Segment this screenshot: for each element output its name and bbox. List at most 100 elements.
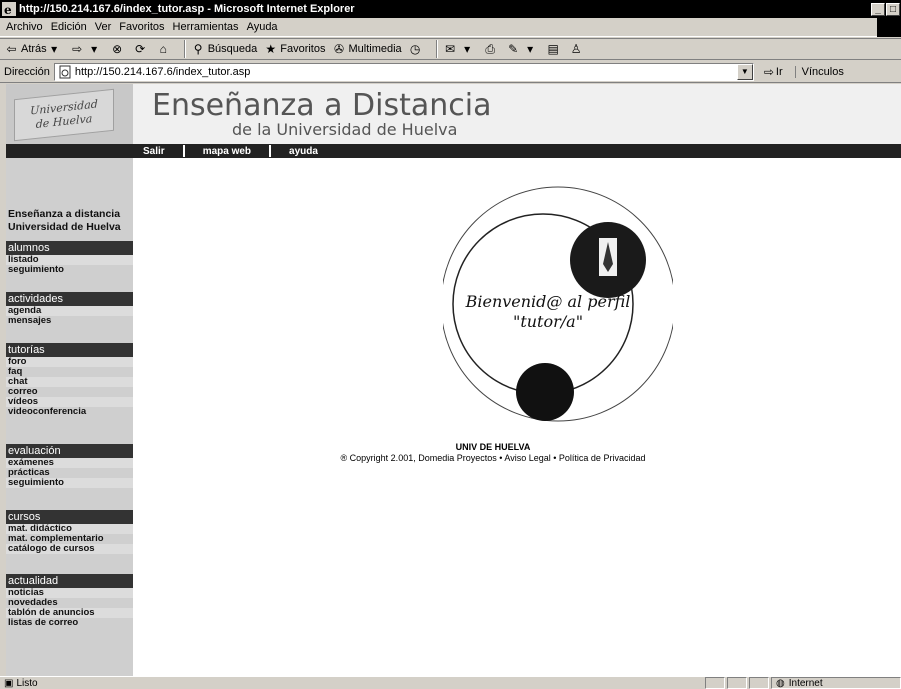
address-url: http://150.214.167.6/index_tutor.asp [74, 65, 251, 78]
mail-button[interactable]: ✉ ▾ [443, 42, 477, 57]
ie-icon: e [2, 2, 16, 16]
home-button[interactable]: ⌂ [156, 42, 173, 57]
minimize-button[interactable]: _ [871, 2, 885, 16]
site-subtitle: de la Universidad de Huelva [232, 120, 458, 139]
discuss-icon: ▤ [547, 41, 559, 56]
sidebar-section-actualidad: actualidad noticias novedades tablón de … [6, 574, 133, 628]
welcome-line2: "tutor/a" [512, 312, 584, 331]
menu-ayuda[interactable]: Ayuda [245, 21, 284, 33]
home-icon: ⌂ [159, 41, 167, 56]
sidebar-item-seguimiento[interactable]: seguimiento [6, 265, 133, 275]
menu-herramientas[interactable]: Herramientas [171, 21, 245, 33]
copyright[interactable]: ® Copyright 2.001, Domedia Proyectos • A… [133, 453, 853, 463]
go-arrow-icon: ⇨ [763, 64, 774, 79]
multimedia-icon: ✇ [333, 41, 345, 56]
refresh-icon: ⟳ [135, 41, 146, 56]
stop-icon: ⊗ [112, 41, 123, 56]
nav-mapa-web[interactable]: mapa web [193, 146, 261, 157]
toolbar: ⇦ Atrás ▾ ⇨ ▾ ⊗ ⟳ ⌂ ⚲ Búsqueda ★ Favorit… [0, 38, 901, 60]
print-button[interactable]: ⎙ [483, 42, 500, 57]
print-icon: ⎙ [485, 41, 495, 56]
menu-ver[interactable]: Ver [93, 21, 118, 33]
logo-area: Universidad de Huelva [6, 84, 133, 144]
history-button[interactable]: ◷ [408, 42, 425, 57]
status-page-icon: ▣ [4, 677, 14, 689]
links-button[interactable]: Vínculos [794, 65, 844, 78]
address-dropdown-icon[interactable]: ▼ [736, 63, 753, 80]
sidebar-item-mensajes[interactable]: mensajes [6, 316, 133, 326]
sidebar-item-foro[interactable]: foro [6, 357, 133, 367]
multimedia-label: Multimedia [348, 43, 402, 55]
address-label: Dirección [4, 65, 50, 78]
sidebar-item-seguimiento[interactable]: seguimiento [6, 478, 133, 488]
menu-archivo[interactable]: Archivo [4, 21, 49, 33]
top-nav: Salir mapa web ayuda [6, 144, 901, 158]
go-button[interactable]: ⇨ Ir [764, 65, 783, 79]
discuss-button[interactable]: ▤ [546, 42, 563, 57]
menu-edicion[interactable]: Edición [49, 21, 93, 33]
refresh-button[interactable]: ⟳ [133, 42, 150, 57]
multimedia-button[interactable]: ✇ Multimedia [331, 41, 402, 57]
forward-arrow-icon: ⇨ [72, 41, 83, 56]
sidebar-section-tutorias: tutorías foro faq chat correo vídeos vid… [6, 343, 133, 417]
status-cell [705, 677, 725, 689]
menu-favoritos[interactable]: Favoritos [117, 21, 170, 33]
site-title: Enseñanza a Distancia [152, 88, 492, 123]
messenger-button[interactable]: ♙ [569, 42, 586, 57]
favorites-button[interactable]: ★ Favoritos [263, 42, 325, 57]
zone-label: Internet [788, 677, 823, 689]
svg-text:e: e [4, 3, 12, 16]
page-viewport: Universidad de Huelva Enseñanza a Distan… [6, 84, 901, 676]
sidebar-heading: cursos [6, 510, 133, 524]
org-label: UNIV DE HUELVA [455, 442, 531, 452]
dropdown-icon: ▾ [527, 41, 534, 56]
windows-logo-icon [877, 18, 901, 37]
sidebar-brand: Enseñanza a distancia Universidad de Hue… [8, 208, 121, 233]
dropdown-icon: ▾ [51, 41, 58, 56]
welcome-message: Bienvenid@ al perfil "tutor/a" [443, 292, 653, 332]
edit-button[interactable]: ✎ ▾ [506, 42, 540, 57]
status-cell [749, 677, 769, 689]
top-nav-spacer [6, 144, 133, 158]
nav-salir[interactable]: Salir [133, 146, 175, 157]
sidebar-heading: actividades [6, 292, 133, 306]
back-button[interactable]: ⇦ Atrás ▾ [4, 42, 64, 57]
window-titlebar: e http://150.214.167.6/index_tutor.asp -… [0, 0, 901, 18]
sidebar-item-videoconferencia[interactable]: videoconferencia [6, 407, 133, 417]
sidebar-section-evaluacion: evaluación exámenes prácticas seguimient… [6, 444, 133, 488]
status-text: Listo [16, 677, 38, 689]
dropdown-icon: ▾ [91, 41, 98, 56]
history-icon: ◷ [409, 41, 421, 56]
dropdown-icon: ▾ [464, 41, 471, 56]
edit-icon: ✎ [508, 41, 519, 56]
sidebar-heading: alumnos [6, 241, 133, 255]
address-input[interactable]: http://150.214.167.6/index_tutor.asp ▼ [53, 62, 754, 81]
status-main: ▣ Listo [0, 678, 703, 689]
favorites-icon: ★ [265, 41, 277, 56]
stop-button[interactable]: ⊗ [110, 42, 127, 57]
search-icon: ⚲ [193, 41, 203, 56]
nav-divider [182, 145, 185, 157]
sidebar-heading: tutorías [6, 343, 133, 357]
back-label: Atrás [21, 43, 47, 55]
welcome-graphic: Bienvenid@ al perfil "tutor/a" [440, 172, 676, 442]
toolbar-separator [183, 40, 186, 58]
favorites-label: Favoritos [280, 43, 326, 55]
search-button[interactable]: ⚲ Búsqueda [191, 41, 257, 57]
security-zone: ◍ Internet [771, 677, 901, 689]
restore-button[interactable]: □ [886, 2, 900, 16]
sidebar-section-alumnos: alumnos listado seguimiento [6, 241, 133, 275]
mail-icon: ✉ [445, 41, 456, 56]
university-logo[interactable]: Universidad de Huelva [14, 88, 114, 142]
back-arrow-icon: ⇦ [6, 41, 17, 56]
sidebar-item-listas-correo[interactable]: listas de correo [6, 618, 133, 628]
sidebar-item-catalogo[interactable]: catálogo de cursos [6, 544, 133, 554]
nav-ayuda[interactable]: ayuda [279, 146, 328, 157]
page-icon [59, 65, 71, 78]
status-bar: ▣ Listo ◍ Internet [0, 676, 901, 689]
sidebar-section-actividades: actividades agenda mensajes [6, 292, 133, 326]
sidebar: Enseñanza a distancia Universidad de Hue… [6, 158, 133, 676]
forward-button[interactable]: ⇨ ▾ [70, 42, 104, 57]
messenger-icon: ♙ [570, 41, 582, 56]
sidebar-heading: actualidad [6, 574, 133, 588]
